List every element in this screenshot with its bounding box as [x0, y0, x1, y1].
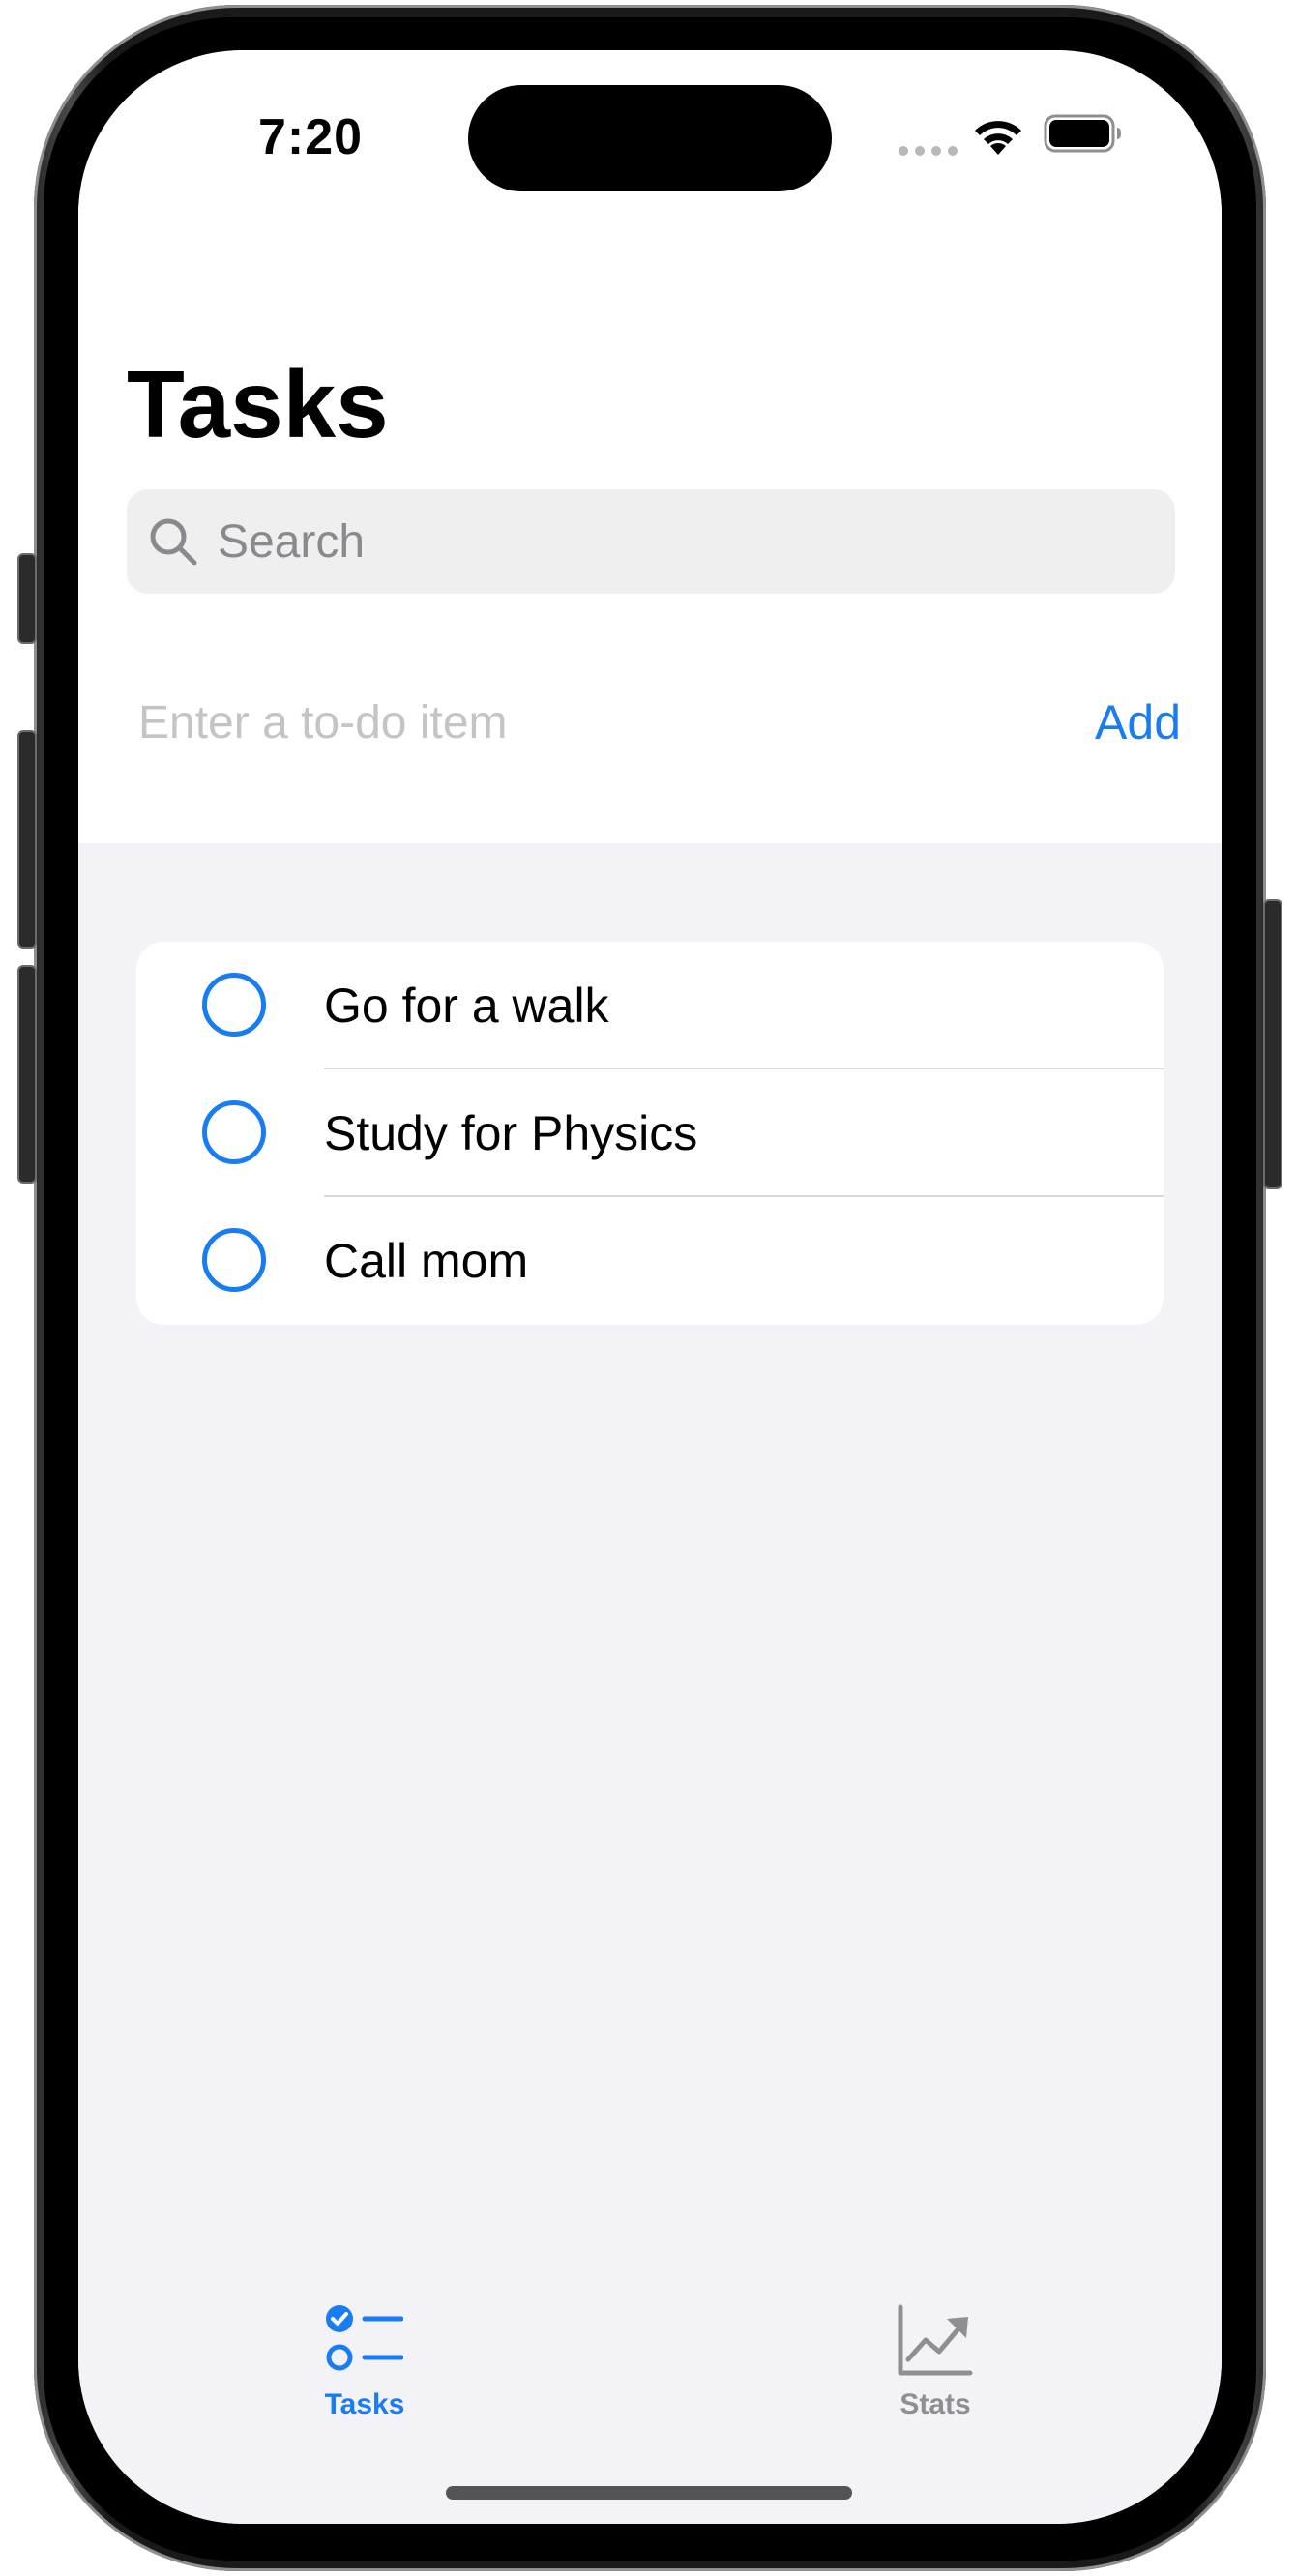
add-button[interactable]: Add — [1055, 679, 1181, 766]
home-indicator[interactable] — [446, 2486, 852, 2500]
checklist-icon — [326, 2305, 403, 2371]
task-checkbox[interactable] — [202, 973, 266, 1037]
cellular-signal-icon — [899, 146, 958, 156]
task-title: Study for Physics — [324, 1106, 698, 1160]
tab-label: Stats — [899, 2388, 971, 2420]
tab-label: Tasks — [324, 2388, 405, 2420]
wifi-icon — [975, 121, 1021, 155]
task-title: Go for a walk — [324, 979, 609, 1033]
chart-line-uptrend-icon — [898, 2304, 973, 2376]
screen: 7:20 Tasks Add Go for a walk — [78, 50, 1222, 2524]
search-input[interactable] — [216, 489, 1144, 594]
todo-item-input[interactable] — [136, 679, 1007, 766]
volume-down-button — [17, 965, 37, 1184]
tab-stats[interactable]: Stats — [848, 2303, 1022, 2439]
volume-up-button — [17, 730, 37, 949]
dynamic-island — [468, 85, 832, 191]
search-icon — [150, 518, 197, 566]
search-bar[interactable] — [127, 489, 1175, 594]
tab-tasks[interactable]: Tasks — [278, 2303, 452, 2439]
action-button — [17, 553, 37, 644]
task-checkbox[interactable] — [202, 1228, 266, 1292]
status-time: 7:20 — [257, 109, 364, 165]
page-title: Tasks — [127, 351, 389, 457]
task-title: Call mom — [324, 1234, 529, 1288]
power-button — [1263, 899, 1282, 1189]
task-row[interactable]: Go for a walk — [136, 942, 1164, 1069]
task-list: Go for a walk Study for Physics Call mom — [136, 942, 1164, 1325]
task-row[interactable]: Call mom — [136, 1197, 1164, 1325]
task-row[interactable]: Study for Physics — [136, 1069, 1164, 1197]
task-checkbox[interactable] — [202, 1100, 266, 1164]
battery-icon — [1044, 114, 1121, 153]
